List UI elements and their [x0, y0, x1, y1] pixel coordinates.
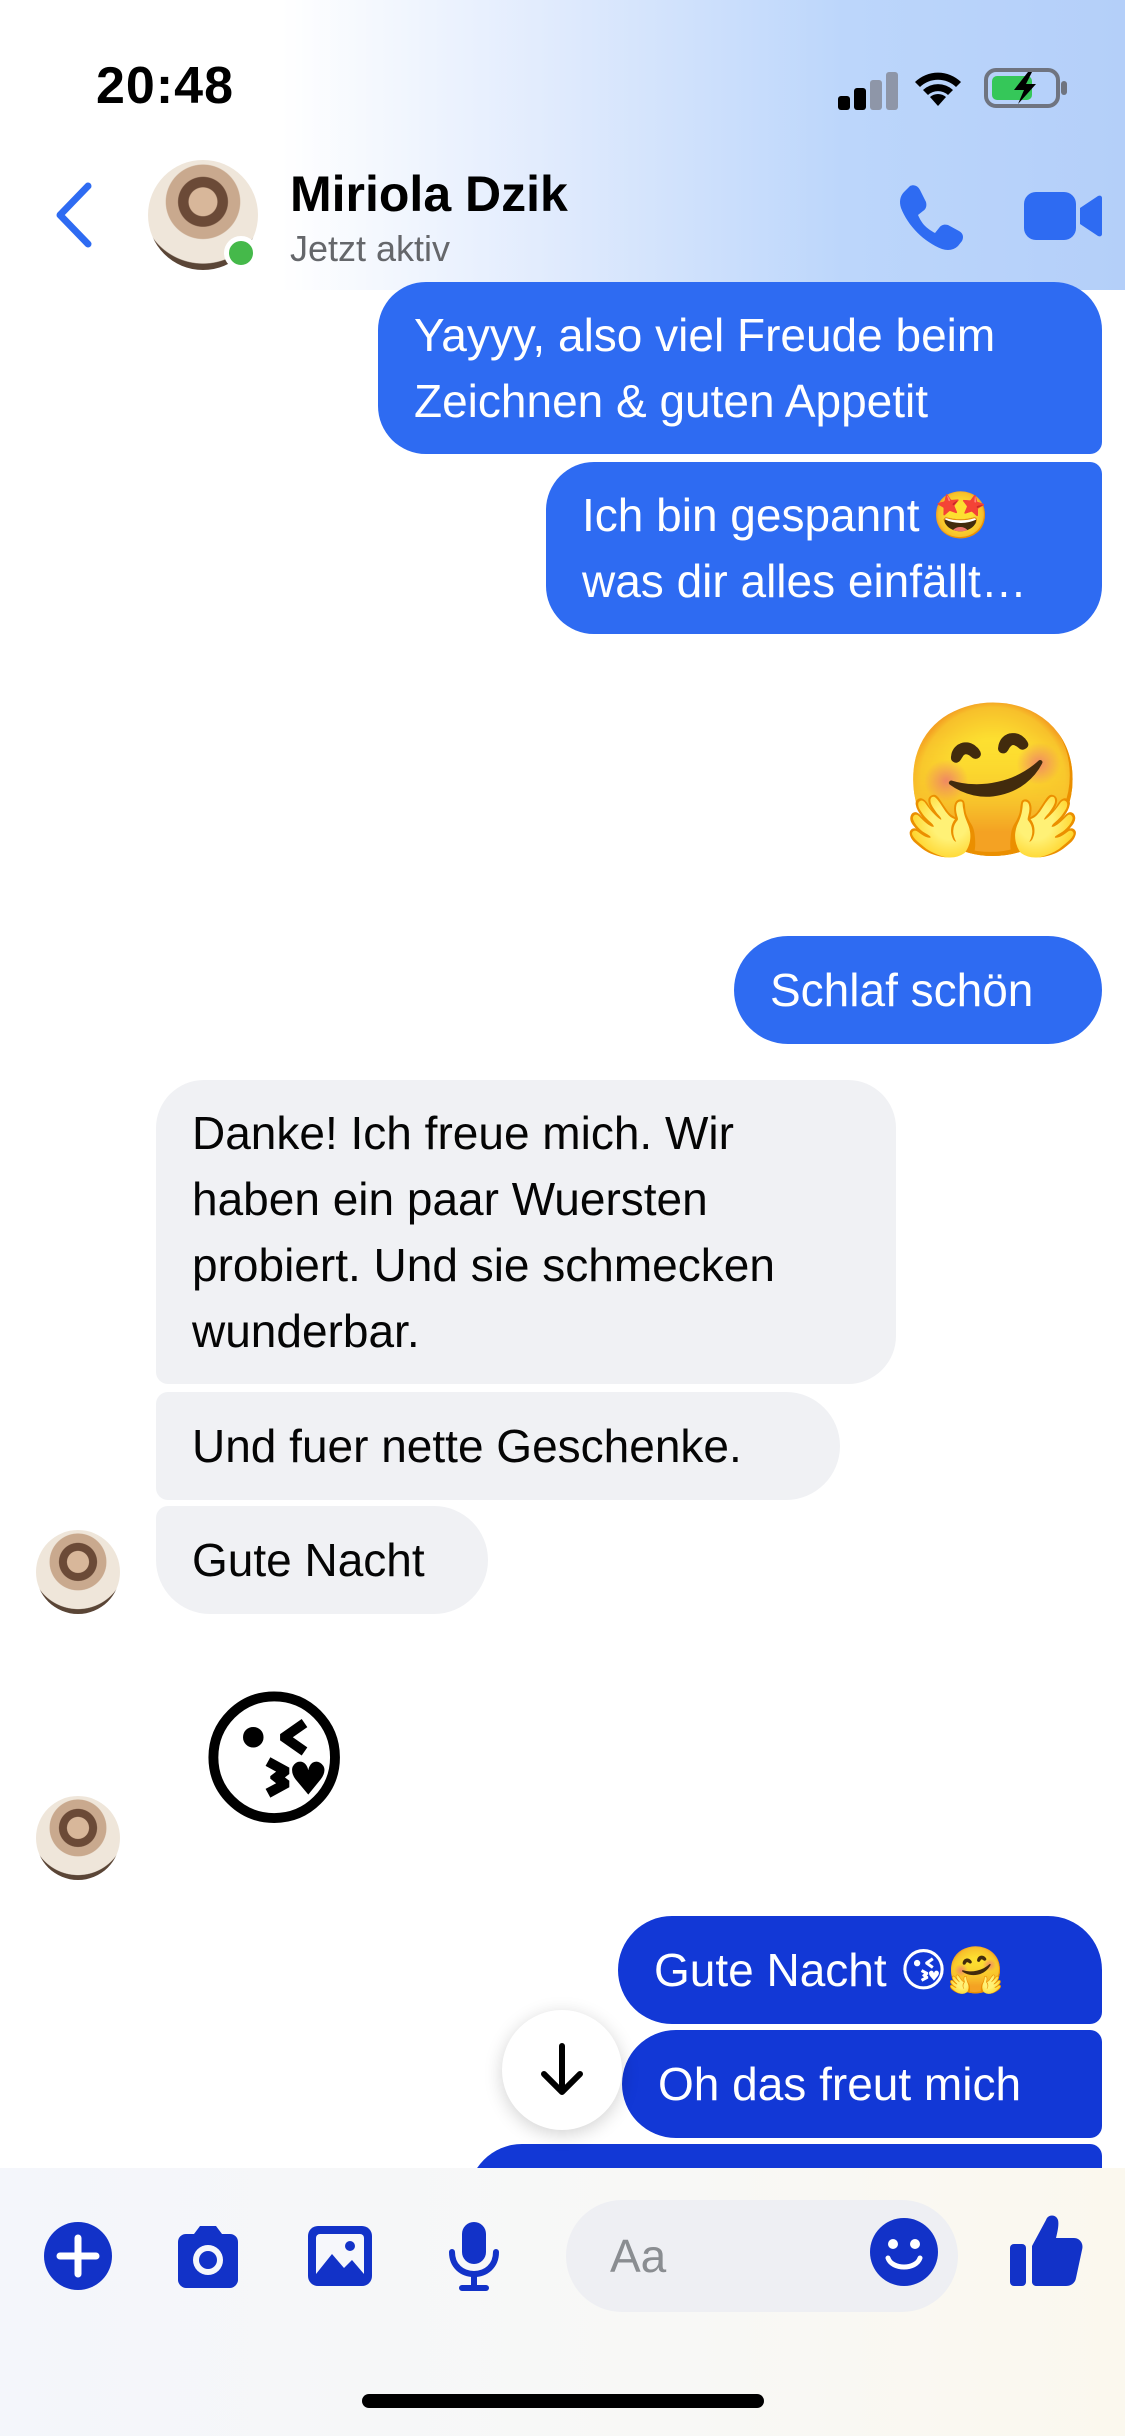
outgoing-emoji-message[interactable]: 🤗: [900, 706, 1087, 856]
camera-icon[interactable]: [170, 2218, 246, 2294]
contact-active-status: Jetzt aktiv: [290, 228, 451, 269]
phone-icon[interactable]: [896, 182, 966, 252]
gallery-icon[interactable]: [302, 2218, 378, 2294]
battery-charging-icon: [984, 68, 1067, 108]
wifi-icon: [915, 72, 961, 106]
thumbs-up-icon[interactable]: [1008, 2210, 1084, 2290]
contact-name[interactable]: Miriola Dzik: [290, 165, 568, 223]
incoming-message[interactable]: Und fuer nette Geschenke.: [156, 1392, 840, 1500]
arrow-down-icon: [541, 2043, 583, 2095]
online-status-indicator: [224, 236, 258, 270]
emoji-face-icon[interactable]: [868, 2216, 940, 2288]
back-chevron-icon[interactable]: [52, 180, 96, 250]
scroll-to-bottom-button[interactable]: [502, 2010, 622, 2130]
outgoing-message[interactable]: Gute Nacht 😘🤗: [618, 1916, 1102, 2024]
outgoing-message[interactable]: Oh das freut mich: [622, 2030, 1102, 2138]
sender-avatar[interactable]: [36, 1530, 120, 1614]
video-camera-icon[interactable]: [1022, 186, 1102, 246]
incoming-message[interactable]: Danke! Ich freue mich. Wir haben ein paa…: [156, 1080, 896, 1384]
plus-icon[interactable]: [40, 2218, 116, 2294]
incoming-emoji-message[interactable]: 😘: [196, 1686, 352, 1836]
outgoing-message[interactable]: Yayyy, also viel Freude beim Zeichnen & …: [378, 282, 1102, 454]
outgoing-message[interactable]: Ich bin gespannt 🤩 was dir alles einfäll…: [546, 462, 1102, 634]
home-indicator: [362, 2394, 764, 2408]
cellular-signal-icon: [838, 70, 900, 110]
sender-avatar[interactable]: [36, 1796, 120, 1880]
status-time: 20:48: [96, 57, 234, 115]
incoming-message[interactable]: Gute Nacht: [156, 1506, 488, 1614]
microphone-icon[interactable]: [436, 2218, 512, 2294]
message-input-placeholder: Aa: [610, 2230, 667, 2282]
outgoing-message[interactable]: Schlaf schön: [734, 936, 1102, 1044]
